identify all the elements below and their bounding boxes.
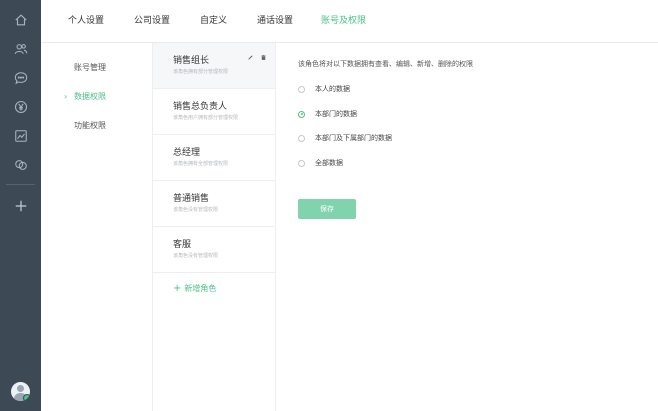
chat-icon[interactable] <box>0 64 41 92</box>
radio-button[interactable] <box>298 85 305 93</box>
role-item[interactable]: 总经理 该角色拥有全部管理权限 <box>153 135 275 181</box>
role-name: 销售总负责人 <box>173 102 228 112</box>
permission-intro: 该角色将对以下数据拥有查看、编辑、新增、删除的权限 <box>298 60 473 68</box>
plus-icon: + <box>173 283 182 294</box>
delete-icon[interactable] <box>259 53 267 61</box>
radio-button[interactable] <box>298 159 305 167</box>
role-name: 销售组长 <box>173 56 210 66</box>
add-role-label: 新增角色 <box>184 284 217 293</box>
radio-button-selected[interactable] <box>298 110 305 118</box>
role-name: 总经理 <box>173 148 201 158</box>
icon-rail <box>0 0 41 411</box>
tab-account-permissions[interactable]: 账号及权限 <box>321 0 366 42</box>
chevron-right-icon: › <box>64 92 68 101</box>
scope-option-own[interactable]: 本人的数据 <box>298 83 350 95</box>
tab-customize[interactable]: 自定义 <box>200 0 227 42</box>
rail-divider <box>6 184 35 185</box>
role-description: 该角色没有管理权限 <box>173 207 219 213</box>
radio-button[interactable] <box>298 134 305 142</box>
role-description: 该角色拥有全部管理权限 <box>173 161 229 167</box>
add-role-button[interactable]: + 新增角色 <box>173 283 216 294</box>
role-item[interactable]: 普通销售 该角色没有管理权限 <box>153 181 275 227</box>
subnav-item-label: 账号管理 <box>74 63 106 72</box>
add-icon[interactable] <box>0 192 41 220</box>
tab-call-settings[interactable]: 通话设置 <box>257 0 293 42</box>
link-icon[interactable] <box>0 151 41 179</box>
avatar[interactable] <box>11 382 30 401</box>
scope-option-department-and-sub[interactable]: 本部门及下属部门的数据 <box>298 132 392 144</box>
role-item[interactable]: 销售组长 该角色拥有部分管理权限 <box>153 43 275 89</box>
contacts-icon[interactable] <box>0 35 41 63</box>
role-name: 普通销售 <box>173 194 210 204</box>
role-description: 该角色没有管理权限 <box>173 253 219 259</box>
scope-option-department[interactable]: 本部门的数据 <box>298 108 357 120</box>
role-name: 客服 <box>173 240 192 250</box>
top-nav: 个人设置 公司设置 自定义 通话设置 账号及权限 <box>41 0 658 43</box>
option-label: 本部门的数据 <box>315 110 357 118</box>
save-button[interactable]: 保存 <box>298 199 356 219</box>
subnav-item-label: 数据权限 <box>74 92 106 101</box>
option-label: 本部门及下属部门的数据 <box>315 134 392 142</box>
tab-personal-settings[interactable]: 个人设置 <box>68 0 104 42</box>
scope-option-all[interactable]: 全部数据 <box>298 157 343 169</box>
edit-icon[interactable] <box>246 53 254 61</box>
chart-icon[interactable] <box>0 122 41 150</box>
role-item[interactable]: 客服 该角色没有管理权限 <box>153 227 275 273</box>
data-permission-panel: 该角色将对以下数据拥有查看、编辑、新增、删除的权限 本人的数据 本部门的数据 本… <box>276 43 658 411</box>
subnav-item-label: 功能权限 <box>74 121 106 130</box>
subnav-item-data-permissions[interactable]: › 数据权限 <box>41 89 152 105</box>
subnav-item-account-management[interactable]: 账号管理 <box>41 60 152 76</box>
settings-subnav: 账号管理 › 数据权限 功能权限 <box>41 43 153 411</box>
home-icon[interactable] <box>0 6 41 34</box>
subnav-item-feature-permissions[interactable]: 功能权限 <box>41 118 152 134</box>
role-description: 该角色拥有部分管理权限 <box>173 69 229 75</box>
tab-company-settings[interactable]: 公司设置 <box>134 0 170 42</box>
role-description: 该角色用户拥有部分管理权限 <box>173 115 239 121</box>
yen-icon[interactable] <box>0 93 41 121</box>
role-list: 销售组长 该角色拥有部分管理权限 销售总负责人 该角色用户拥有部分管理权限 总经… <box>153 43 276 411</box>
option-label: 全部数据 <box>315 159 343 167</box>
online-status-dot <box>23 394 30 401</box>
role-item[interactable]: 销售总负责人 该角色用户拥有部分管理权限 <box>153 89 275 135</box>
option-label: 本人的数据 <box>315 85 350 93</box>
